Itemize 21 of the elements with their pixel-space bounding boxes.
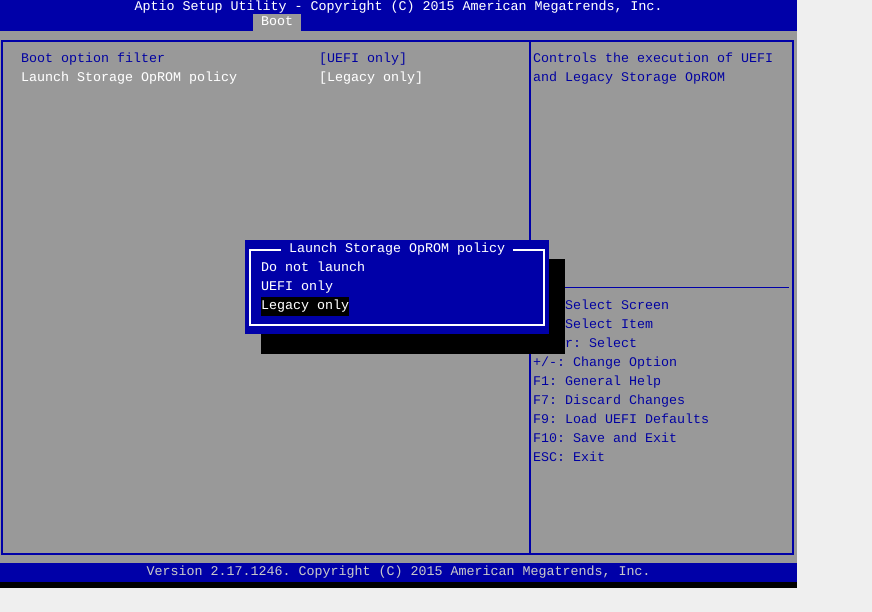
menu-tab[interactable]: Boot bbox=[253, 14, 301, 31]
footer-text: Version 2.17.1246. Copyright (C) 2015 American Megatrends, Inc. bbox=[146, 564, 650, 582]
key-hint: +/-: Change Option bbox=[533, 355, 677, 373]
setting-value[interactable]: [Legacy only] bbox=[319, 69, 423, 88]
popup-title: Launch Storage OpROM policy bbox=[288, 241, 506, 259]
key-hint: F10: Save and Exit bbox=[533, 431, 677, 449]
key-hint: ESC: Exit bbox=[533, 450, 605, 468]
popup-option[interactable]: UEFI only bbox=[261, 278, 333, 297]
key-hint: F9: Load UEFI Defaults bbox=[533, 412, 709, 430]
setting-label[interactable]: Launch Storage OpROM policy bbox=[21, 69, 319, 88]
popup-option[interactable]: Legacy only bbox=[261, 297, 349, 316]
key-hint: Select Item bbox=[565, 317, 653, 335]
popup-option[interactable]: Do not launch bbox=[261, 259, 365, 278]
help-text: Controls the execution of UEFI and Legacy Storage OpROM bbox=[533, 51, 774, 88]
key-hint: F7: Discard Changes bbox=[533, 393, 685, 411]
key-hint: Select Screen bbox=[565, 298, 669, 316]
key-hint: r: Select bbox=[565, 336, 637, 354]
setting-label[interactable]: Boot option filter bbox=[21, 50, 319, 69]
key-hint: F1: General Help bbox=[533, 374, 661, 392]
app-title: Aptio Setup Utility - Copyright (C) 2015 American Megatrends, Inc. bbox=[134, 0, 662, 14]
setting-value[interactable]: [UEFI only] bbox=[319, 50, 407, 69]
